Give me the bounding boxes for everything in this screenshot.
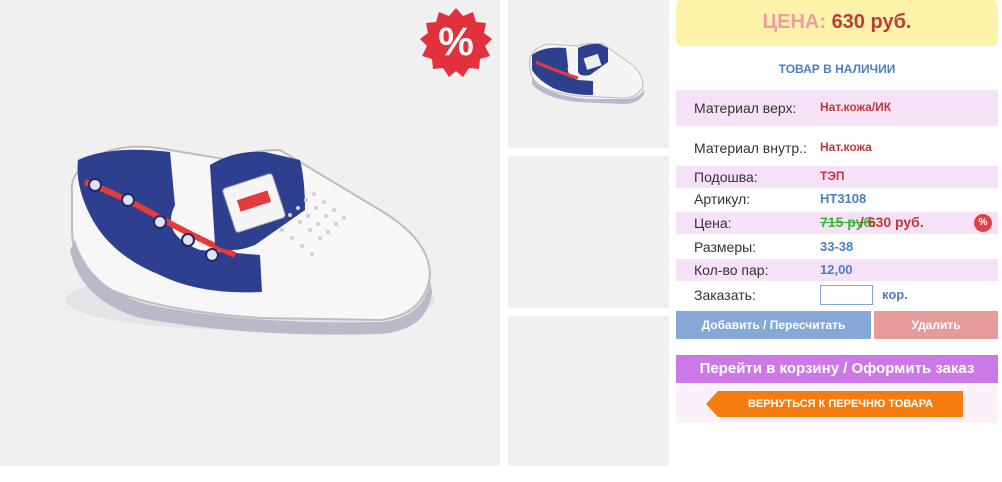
spec-label: Артикул: bbox=[694, 191, 751, 207]
order-quantity-input[interactable] bbox=[820, 285, 873, 305]
thumbnail-3[interactable] bbox=[508, 316, 669, 466]
spec-label: Материал внутр.: bbox=[694, 140, 807, 156]
price-header-label: ЦЕНА: bbox=[762, 11, 827, 33]
product-page: % ЦЕНА: 630 руб. ТОВАР В НАЛИЧИИ Материа… bbox=[0, 0, 1002, 482]
delete-button[interactable]: Удалить bbox=[874, 311, 998, 339]
spec-value: НТ3108 bbox=[820, 191, 867, 206]
discount-icon: % bbox=[974, 214, 992, 232]
spec-label: Размеры: bbox=[694, 239, 757, 255]
price-header-value: 630 руб. bbox=[831, 11, 912, 33]
thumbnail-1[interactable] bbox=[508, 0, 669, 148]
spec-row-sizes: Размеры: 33-38 bbox=[676, 236, 998, 258]
back-to-list-label: ВЕРНУТЬСЯ К ПЕРЕЧНЮ ТОВАРА bbox=[747, 398, 934, 410]
spec-value: Нат.кожа/ИК bbox=[820, 100, 892, 114]
spec-label: Заказать: bbox=[694, 287, 756, 303]
spec-row-material-inner: Материал внутр.: Нат.кожа bbox=[676, 126, 998, 166]
spec-row-order: Заказать: кор. bbox=[676, 283, 998, 307]
spec-row-price: Цена: 715 руб. / 630 руб. % bbox=[676, 212, 998, 234]
spec-row-material-top: Материал верх: Нат.кожа/ИК bbox=[676, 90, 998, 126]
add-recalculate-button[interactable]: Добавить / Пересчитать bbox=[676, 311, 871, 339]
spec-label: Материал верх: bbox=[694, 100, 797, 116]
new-price: / 630 руб. bbox=[860, 214, 924, 230]
shoe-thumbnail-image bbox=[529, 42, 644, 104]
spec-row-pairs: Кол-во пар: 12,00 bbox=[676, 259, 998, 281]
go-to-cart-button[interactable]: Перейти в корзину / Оформить заказ bbox=[676, 355, 998, 383]
spec-value: 12,00 bbox=[820, 262, 853, 277]
order-unit: кор. bbox=[882, 287, 908, 302]
back-to-list-button[interactable]: ВЕРНУТЬСЯ К ПЕРЕЧНЮ ТОВАРА bbox=[706, 391, 963, 417]
stock-status: ТОВАР В НАЛИЧИИ bbox=[778, 62, 896, 76]
spec-label: Кол-во пар: bbox=[694, 262, 769, 278]
sale-badge: % bbox=[418, 6, 494, 82]
spec-label: Подошва: bbox=[694, 169, 758, 185]
sale-badge-text: % bbox=[438, 20, 474, 64]
price-header: ЦЕНА: 630 руб. bbox=[676, 0, 998, 46]
back-button-area: ВЕРНУТЬСЯ К ПЕРЕЧНЮ ТОВАРА bbox=[676, 385, 998, 423]
back-arrow-icon bbox=[706, 391, 718, 417]
spec-value: ТЭП bbox=[820, 169, 845, 183]
spec-label: Цена: bbox=[694, 215, 732, 231]
spec-row-sole: Подошва: ТЭП bbox=[676, 166, 998, 188]
spec-row-article: Артикул: НТ3108 bbox=[676, 188, 998, 210]
spec-value: 33-38 bbox=[820, 239, 854, 254]
thumbnail-2[interactable] bbox=[508, 156, 669, 308]
spec-value: Нат.кожа bbox=[820, 140, 872, 154]
